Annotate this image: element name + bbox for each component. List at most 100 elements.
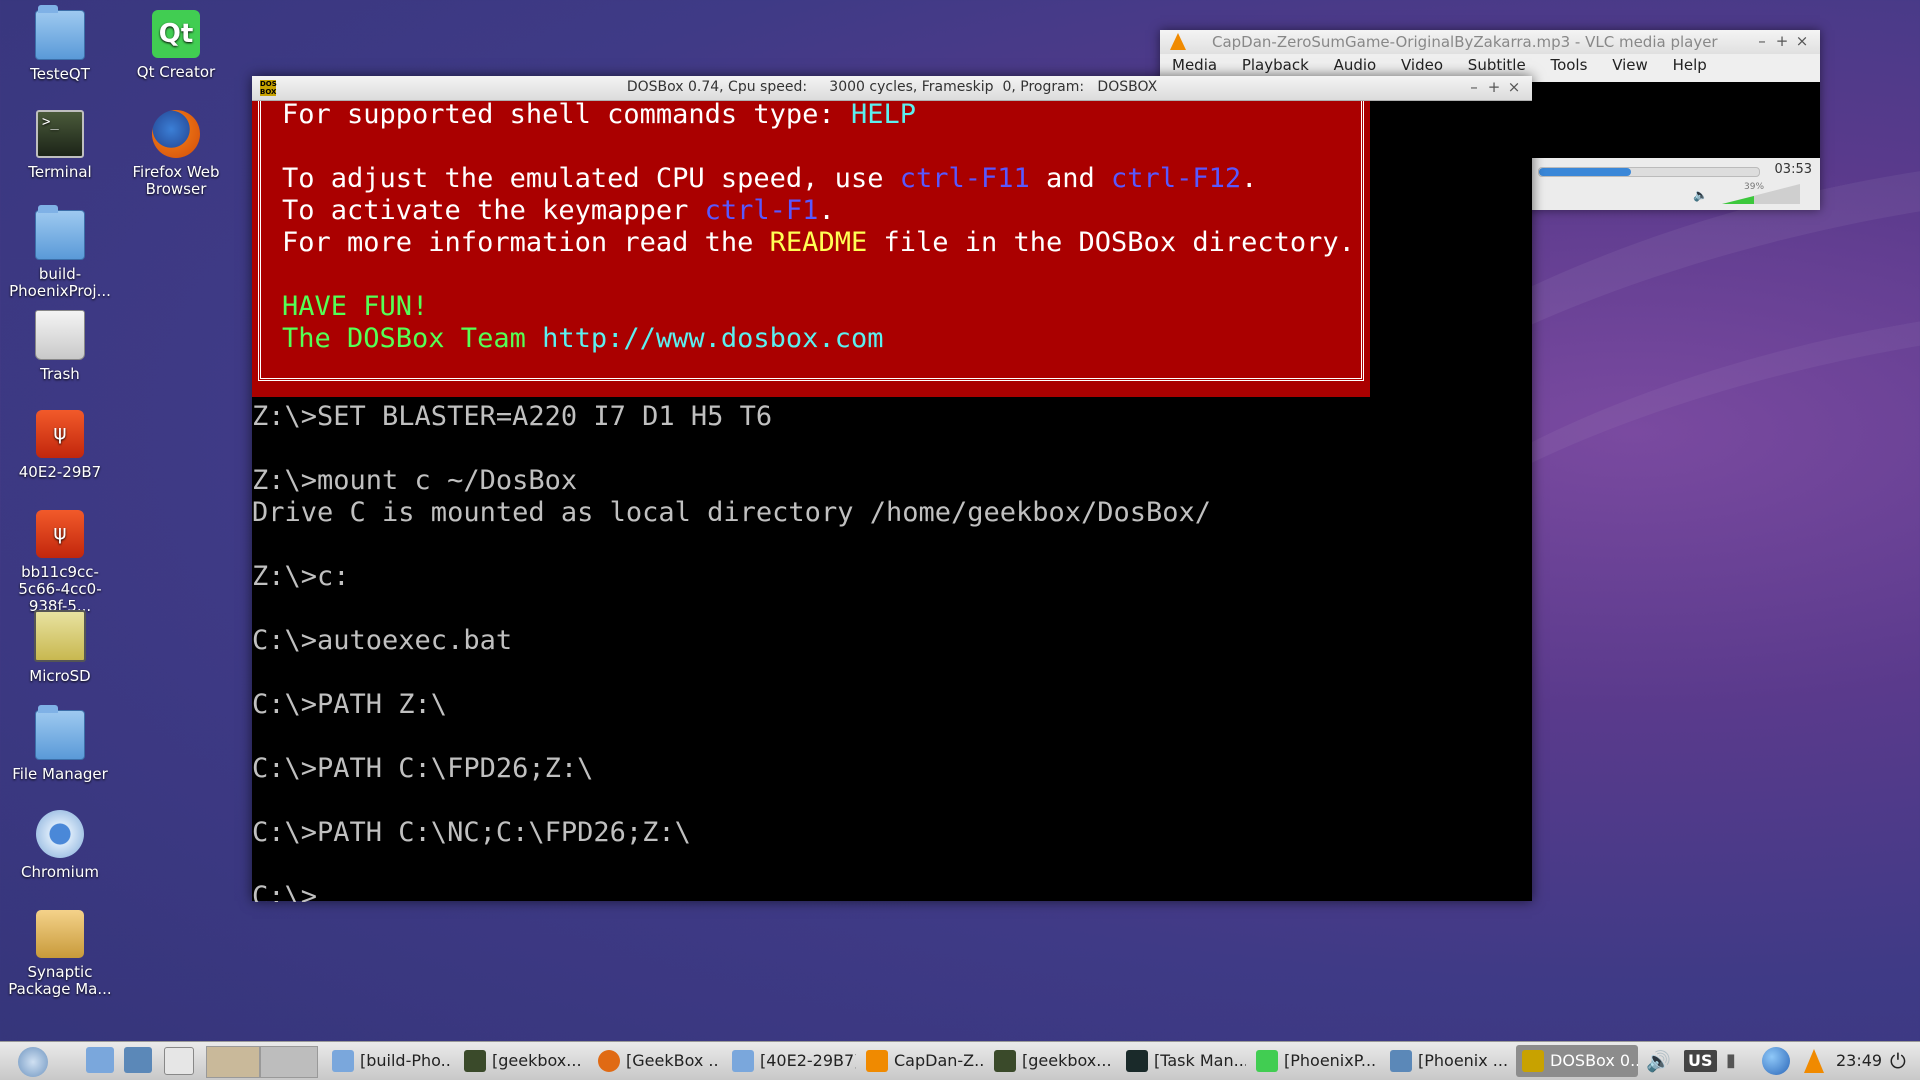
- help-keyword: HELP: [850, 101, 916, 130]
- speaker-icon[interactable]: 🔈: [1693, 188, 1708, 202]
- minimize-button[interactable]: –: [1464, 78, 1484, 96]
- task-task-manager[interactable]: [Task Man...: [1120, 1045, 1246, 1077]
- desktop-icon-testeqt[interactable]: TesteQT: [0, 5, 120, 83]
- workspace-2[interactable]: [260, 1046, 318, 1078]
- banner-line: For supported shell commands type: HELP: [282, 101, 916, 131]
- desktop-icon-synaptic[interactable]: Synaptic Package Ma...: [0, 910, 120, 998]
- task-40e2-29b7[interactable]: [40E2-29B7]: [726, 1045, 856, 1077]
- keyboard-layout-indicator[interactable]: US: [1684, 1050, 1717, 1072]
- desktop-icon-label: File Manager: [12, 765, 108, 783]
- console-line: Z:\>c:: [252, 561, 350, 592]
- vlc-video-area[interactable]: [1532, 82, 1820, 158]
- banner-text: .: [818, 195, 835, 226]
- menu-tools[interactable]: Tools: [1550, 54, 1587, 76]
- globe-network-icon[interactable]: [1762, 1047, 1790, 1075]
- banner-text: .: [1241, 163, 1258, 194]
- firefox-icon: [598, 1050, 620, 1072]
- banner-text: To activate the keymapper: [282, 195, 705, 226]
- task-build-phoenix[interactable]: [build-Pho...: [326, 1045, 452, 1077]
- menu-video[interactable]: Video: [1401, 54, 1443, 76]
- trash-icon: [35, 310, 85, 360]
- terminal-icon: >_: [36, 110, 84, 158]
- desktop-icon-chromium[interactable]: Chromium: [0, 810, 120, 881]
- desktop-icon-label: MicroSD: [29, 667, 91, 685]
- clock[interactable]: 23:49: [1836, 1045, 1882, 1077]
- banner-line: To activate the keymapper ctrl-F1.: [282, 195, 835, 227]
- menu-help[interactable]: Help: [1673, 54, 1707, 76]
- dosbox-window[interactable]: DOS BOX DOSBox 0.74, Cpu speed: 3000 cycl…: [252, 76, 1532, 902]
- menu-subtitle[interactable]: Subtitle: [1468, 54, 1526, 76]
- banner-text: file in the DOSBox directory.: [867, 227, 1355, 258]
- seek-bar[interactable]: [1538, 167, 1760, 177]
- desktop-icon-label: Terminal: [28, 163, 92, 181]
- elapsed-time: 03:53: [1774, 162, 1812, 177]
- file-manager-launcher-icon[interactable]: [86, 1047, 114, 1073]
- task-dosbox[interactable]: DOSBox 0...: [1516, 1045, 1638, 1077]
- vlc-tray-icon[interactable]: [1804, 1049, 1824, 1073]
- show-desktop-icon[interactable]: [164, 1047, 194, 1075]
- vlc-titlebar[interactable]: CapDan-ZeroSumGame-OriginalByZakarra.mp3…: [1160, 30, 1820, 54]
- console-line: Z:\>SET BLASTER=A220 I7 D1 H5 T6: [252, 401, 773, 432]
- task-geekbox-terminal-2[interactable]: [geekbox...: [988, 1045, 1116, 1077]
- menu-view[interactable]: View: [1612, 54, 1648, 76]
- dosbox-screen[interactable]: For supported shell commands type: HELP …: [252, 101, 1532, 902]
- console-line: C:\>autoexec.bat: [252, 625, 513, 656]
- text-cursor: [317, 886, 333, 902]
- desktop-icon-terminal[interactable]: >_ Terminal: [0, 110, 120, 181]
- desktop-icon-file-manager[interactable]: File Manager: [0, 705, 120, 783]
- banner-text: For supported shell commands type:: [282, 101, 851, 130]
- chromium-icon: [36, 810, 84, 858]
- desktop-icon-bb11c9cc[interactable]: ψ bb11c9cc-5c66-4cc0-938f-5...: [0, 510, 120, 615]
- desktop-icon-label: bb11c9cc-5c66-4cc0-938f-5...: [18, 563, 102, 615]
- task-manager-icon: [1126, 1050, 1148, 1072]
- folder-icon: [35, 5, 85, 60]
- maximize-button[interactable]: +: [1484, 78, 1504, 96]
- desktop-switch-icon[interactable]: [124, 1047, 152, 1073]
- network-signal-icon[interactable]: ▮: [1726, 1045, 1736, 1077]
- maximize-button[interactable]: +: [1772, 32, 1792, 50]
- menu-media[interactable]: Media: [1172, 54, 1217, 76]
- banner-line: For more information read the README fil…: [282, 227, 1355, 259]
- ctrl-f12-key: ctrl-F12: [1111, 163, 1242, 194]
- close-button[interactable]: ×: [1792, 32, 1812, 50]
- vlc-cone-icon: [1170, 33, 1186, 50]
- task-label: [GeekBox ...: [626, 1051, 720, 1070]
- desktop-icon-trash[interactable]: Trash: [0, 310, 120, 383]
- workspace-1[interactable]: [206, 1046, 260, 1078]
- desktop-icon-build-phoenix[interactable]: build-PhoenixProj...: [0, 205, 120, 300]
- desktop-icon-40e2-29b7[interactable]: ψ 40E2-29B7: [0, 410, 120, 481]
- volume-slider[interactable]: 39%: [1722, 182, 1800, 204]
- desktop-icon-firefox[interactable]: Firefox Web Browser: [116, 110, 236, 198]
- start-menu-button[interactable]: [4, 1045, 64, 1077]
- task-geekbox-terminal[interactable]: [geekbox...: [458, 1045, 586, 1077]
- volume-tray-icon[interactable]: 🔊: [1646, 1045, 1671, 1077]
- desktop-icon-microsd[interactable]: MicroSD: [0, 610, 120, 685]
- task-geekbox-firefox[interactable]: [GeekBox ...: [592, 1045, 720, 1077]
- minimize-button[interactable]: –: [1752, 32, 1772, 50]
- task-vlc[interactable]: CapDan-Z...: [860, 1045, 984, 1077]
- qt-creator-icon: [1256, 1050, 1278, 1072]
- power-icon[interactable]: ⏻: [1890, 1045, 1906, 1077]
- dosbox-icon: [1522, 1050, 1544, 1072]
- task-phoenix-qt[interactable]: [PhoenixP...: [1250, 1045, 1380, 1077]
- command-prompt[interactable]: C:\>: [252, 881, 333, 902]
- console-line: C:\>PATH C:\NC;C:\FPD26;Z:\: [252, 817, 691, 848]
- vlc-cone-icon: [866, 1050, 888, 1072]
- menu-audio[interactable]: Audio: [1334, 54, 1377, 76]
- dosbox-titlebar[interactable]: DOS BOX DOSBox 0.74, Cpu speed: 3000 cycl…: [252, 76, 1532, 101]
- volume-label: 39%: [1744, 182, 1765, 192]
- task-label: DOSBox 0...: [1550, 1051, 1638, 1070]
- terminal-icon: [464, 1050, 486, 1072]
- welcome-banner: For supported shell commands type: HELP …: [252, 101, 1370, 397]
- desktop-icon-label: build-PhoenixProj...: [9, 265, 111, 300]
- console-line: Drive C is mounted as local directory /h…: [252, 497, 1212, 528]
- banner-line: To adjust the emulated CPU speed, use ct…: [282, 163, 1257, 195]
- task-phoenix-window[interactable]: [Phoenix ...: [1384, 1045, 1512, 1077]
- banner-line: The DOSBox Team http://www.dosbox.com: [282, 323, 883, 355]
- usb-drive-icon: ψ: [36, 510, 84, 558]
- vlc-controls: 03:53 🔈 39%: [1532, 158, 1820, 210]
- qt-creator-icon: Qt: [152, 10, 200, 58]
- close-button[interactable]: ×: [1504, 78, 1524, 96]
- desktop-icon-qt-creator[interactable]: Qt Qt Creator: [116, 10, 236, 81]
- menu-playback[interactable]: Playback: [1242, 54, 1309, 76]
